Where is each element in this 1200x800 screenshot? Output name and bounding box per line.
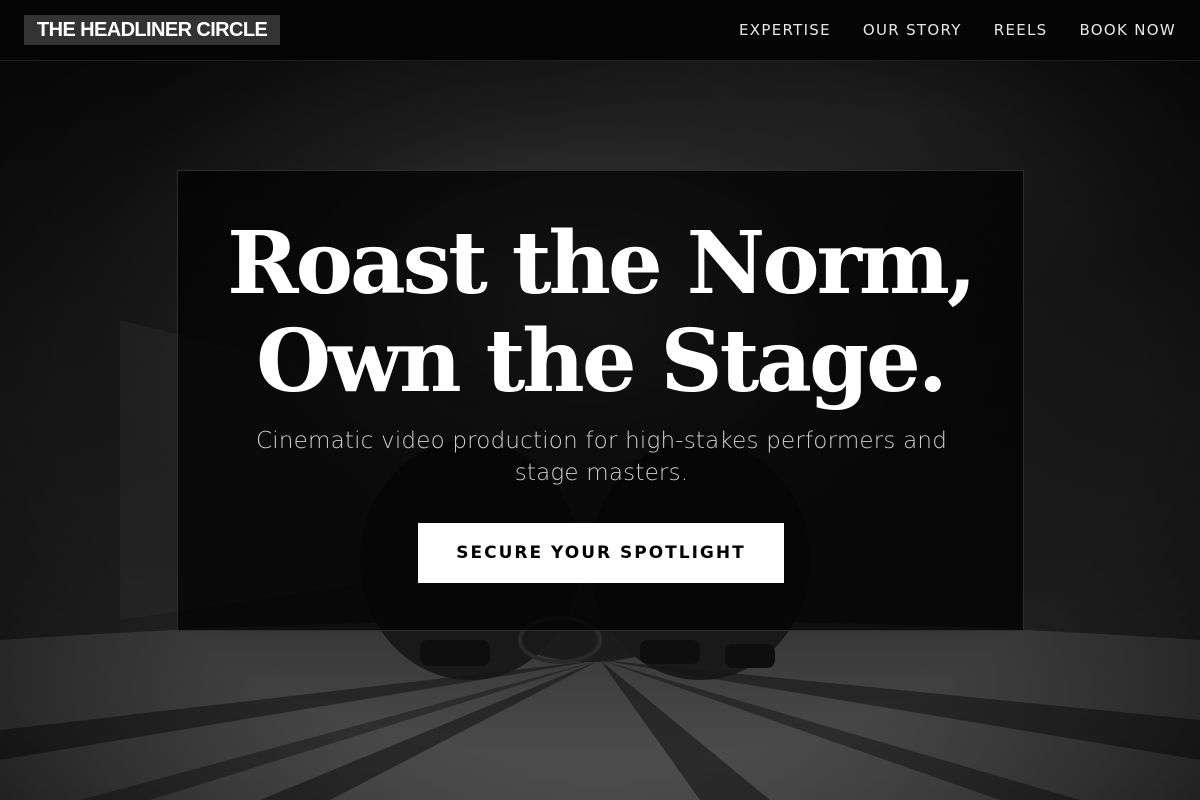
nav-link-reels[interactable]: REELS bbox=[994, 21, 1048, 39]
hero-subtitle: Cinematic video production for high-stak… bbox=[255, 428, 947, 486]
secure-spotlight-button[interactable]: SECURE YOUR SPOTLIGHT bbox=[418, 523, 784, 583]
nav-link-book-now[interactable]: BOOK NOW bbox=[1079, 21, 1176, 39]
page: THE HEADLINER CIRCLE EXPERTISE OUR STORY… bbox=[0, 0, 1200, 800]
nav-link-our-story[interactable]: OUR STORY bbox=[863, 21, 962, 39]
hero-headline-line-2: Own the Stage. bbox=[256, 311, 948, 412]
nav-link-expertise[interactable]: EXPERTISE bbox=[739, 21, 831, 39]
hero-headline-line-1: Roast the Norm, bbox=[227, 213, 977, 314]
hero-headline: Roast the Norm, Own the Stage. bbox=[178, 215, 1023, 411]
hero-card: Roast the Norm, Own the Stage. Cinematic… bbox=[177, 170, 1024, 631]
brand-logo[interactable]: THE HEADLINER CIRCLE bbox=[24, 15, 281, 45]
nav-menu: EXPERTISE OUR STORY REELS BOOK NOW bbox=[739, 0, 1176, 61]
top-navigation-bar: THE HEADLINER CIRCLE EXPERTISE OUR STORY… bbox=[0, 0, 1200, 61]
